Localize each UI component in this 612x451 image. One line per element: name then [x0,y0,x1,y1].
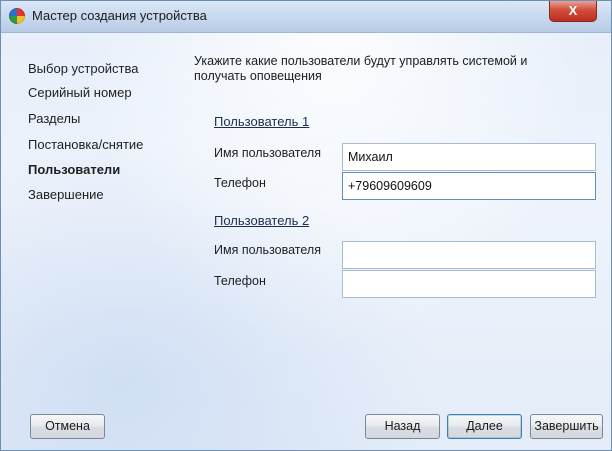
cancel-button[interactable]: Отмена [30,414,105,439]
step-item-serial-number[interactable]: Серийный номер [28,85,132,100]
user-1-header[interactable]: Пользователь 1 [214,114,309,129]
title-bar[interactable]: Мастер создания устройства X [1,1,611,33]
step-item-device-selection[interactable]: Выбор устройства [28,61,139,76]
user-2-name-input[interactable] [342,241,596,269]
user-2-header[interactable]: Пользователь 2 [214,213,309,228]
user-1-name-input[interactable] [342,143,596,171]
user-1-phone-input[interactable] [342,172,596,200]
next-button[interactable]: Далее [447,414,522,439]
app-logo-icon [9,8,25,24]
wizard-window: Мастер создания устройства X Выбор устро… [0,0,612,451]
instruction-text: Укажите какие пользователи будут управля… [194,54,528,83]
user-2-phone-input[interactable] [342,270,596,298]
user-1-phone-label: Телефон [214,176,266,190]
step-item-partitions[interactable]: Разделы [28,111,80,126]
window-title: Мастер создания устройства [32,8,207,23]
step-item-users[interactable]: Пользователи [28,162,120,177]
step-item-finish[interactable]: Завершение [28,187,104,202]
user-2-phone-label: Телефон [214,274,266,288]
step-item-arm-disarm[interactable]: Постановка/снятие [28,137,143,152]
back-button[interactable]: Назад [365,414,440,439]
user-2-name-label: Имя пользователя [214,243,321,257]
user-1-name-label: Имя пользователя [214,146,321,160]
close-button[interactable]: X [549,1,597,22]
finish-button[interactable]: Завершить [530,414,603,439]
